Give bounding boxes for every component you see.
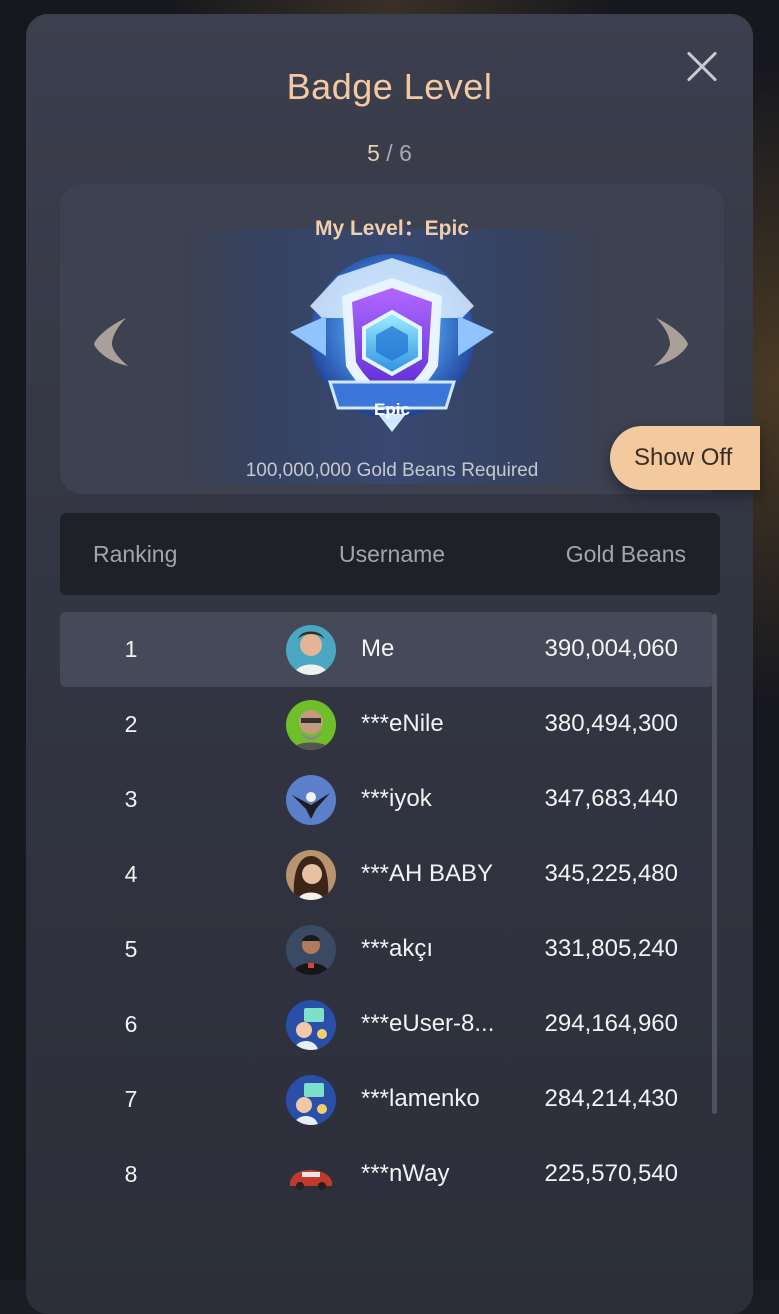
show-off-button[interactable]: Show Off (610, 426, 760, 490)
row-username: ***nWay (361, 1160, 450, 1187)
row-rank: 3 (124, 786, 138, 812)
page-current: 5 (367, 140, 380, 166)
row-rank: 5 (124, 936, 138, 962)
row-rank: 6 (124, 1011, 138, 1037)
row-username: ***AH BABY (361, 860, 494, 887)
badge-level-dialog: Badge Level 5 / 6 My Level：Epic Epic 100… (26, 14, 753, 1314)
avatar (286, 925, 336, 975)
row-username: ***lamenko (361, 1085, 480, 1112)
row-gold-beans: 294,164,960 (544, 1010, 678, 1037)
close-icon[interactable] (685, 50, 719, 84)
row-username: ***akçı (361, 935, 434, 962)
table-row-me[interactable]: 1 Me 390,004,060 (60, 612, 714, 687)
page-total: 6 (399, 140, 412, 166)
ranking-table-header: Ranking Username Gold Beans (60, 513, 720, 595)
table-row[interactable]: 3 ***iyok 347,683,440 (60, 762, 714, 837)
table-row[interactable]: 7 ***lamenko 284,214,430 (60, 1062, 714, 1137)
row-gold-beans: 331,805,240 (544, 935, 678, 962)
row-gold-beans: 345,225,480 (544, 860, 678, 887)
row-rank: 2 (124, 711, 138, 737)
avatar (286, 850, 336, 900)
row-rank: 1 (124, 636, 138, 662)
row-username: ***iyok (361, 785, 432, 812)
row-username: ***eUser-8... (361, 1010, 495, 1037)
row-gold-beans: 284,214,430 (544, 1085, 678, 1112)
row-gold-beans: 390,004,060 (544, 635, 678, 662)
avatar (286, 1075, 336, 1125)
row-username: ***eNile (361, 710, 444, 737)
header-ranking: Ranking (93, 541, 178, 567)
row-gold-beans: 225,570,540 (544, 1160, 678, 1187)
avatar (286, 625, 336, 675)
header-gold-beans: Gold Beans (565, 541, 686, 567)
row-rank: 4 (124, 861, 138, 887)
table-row[interactable]: 4 ***AH BABY 345,225,480 (60, 837, 714, 912)
table-row[interactable]: 5 ***akçı 331,805,240 (60, 912, 714, 987)
header-username: Username (339, 541, 446, 567)
table-row[interactable]: 6 ***eUser-8... 294,164,960 (60, 987, 714, 1062)
avatar (286, 775, 336, 825)
avatar (286, 700, 336, 750)
ranking-list[interactable]: 1 Me 390,004,060 2 ***eNile 380,494,300 … (60, 612, 720, 1252)
avatar (286, 1150, 336, 1200)
row-rank: 8 (124, 1161, 138, 1187)
table-row[interactable]: 2 ***eNile 380,494,300 (60, 687, 714, 762)
chevron-right-icon[interactable] (648, 314, 692, 370)
dialog-title: Badge Level (286, 66, 493, 107)
row-username: Me (361, 635, 395, 662)
row-gold-beans: 380,494,300 (544, 710, 678, 737)
chevron-left-icon[interactable] (90, 314, 134, 370)
avatar (286, 1000, 336, 1050)
list-scrollbar[interactable] (712, 614, 717, 1114)
row-gold-beans: 347,683,440 (544, 785, 678, 812)
badge-label: Epic (374, 400, 410, 419)
row-rank: 7 (124, 1086, 138, 1112)
table-row[interactable]: 8 ***nWay 225,570,540 (60, 1137, 714, 1212)
page-indicator: 5 / 6 (26, 140, 753, 167)
page-separator: / (379, 140, 400, 166)
